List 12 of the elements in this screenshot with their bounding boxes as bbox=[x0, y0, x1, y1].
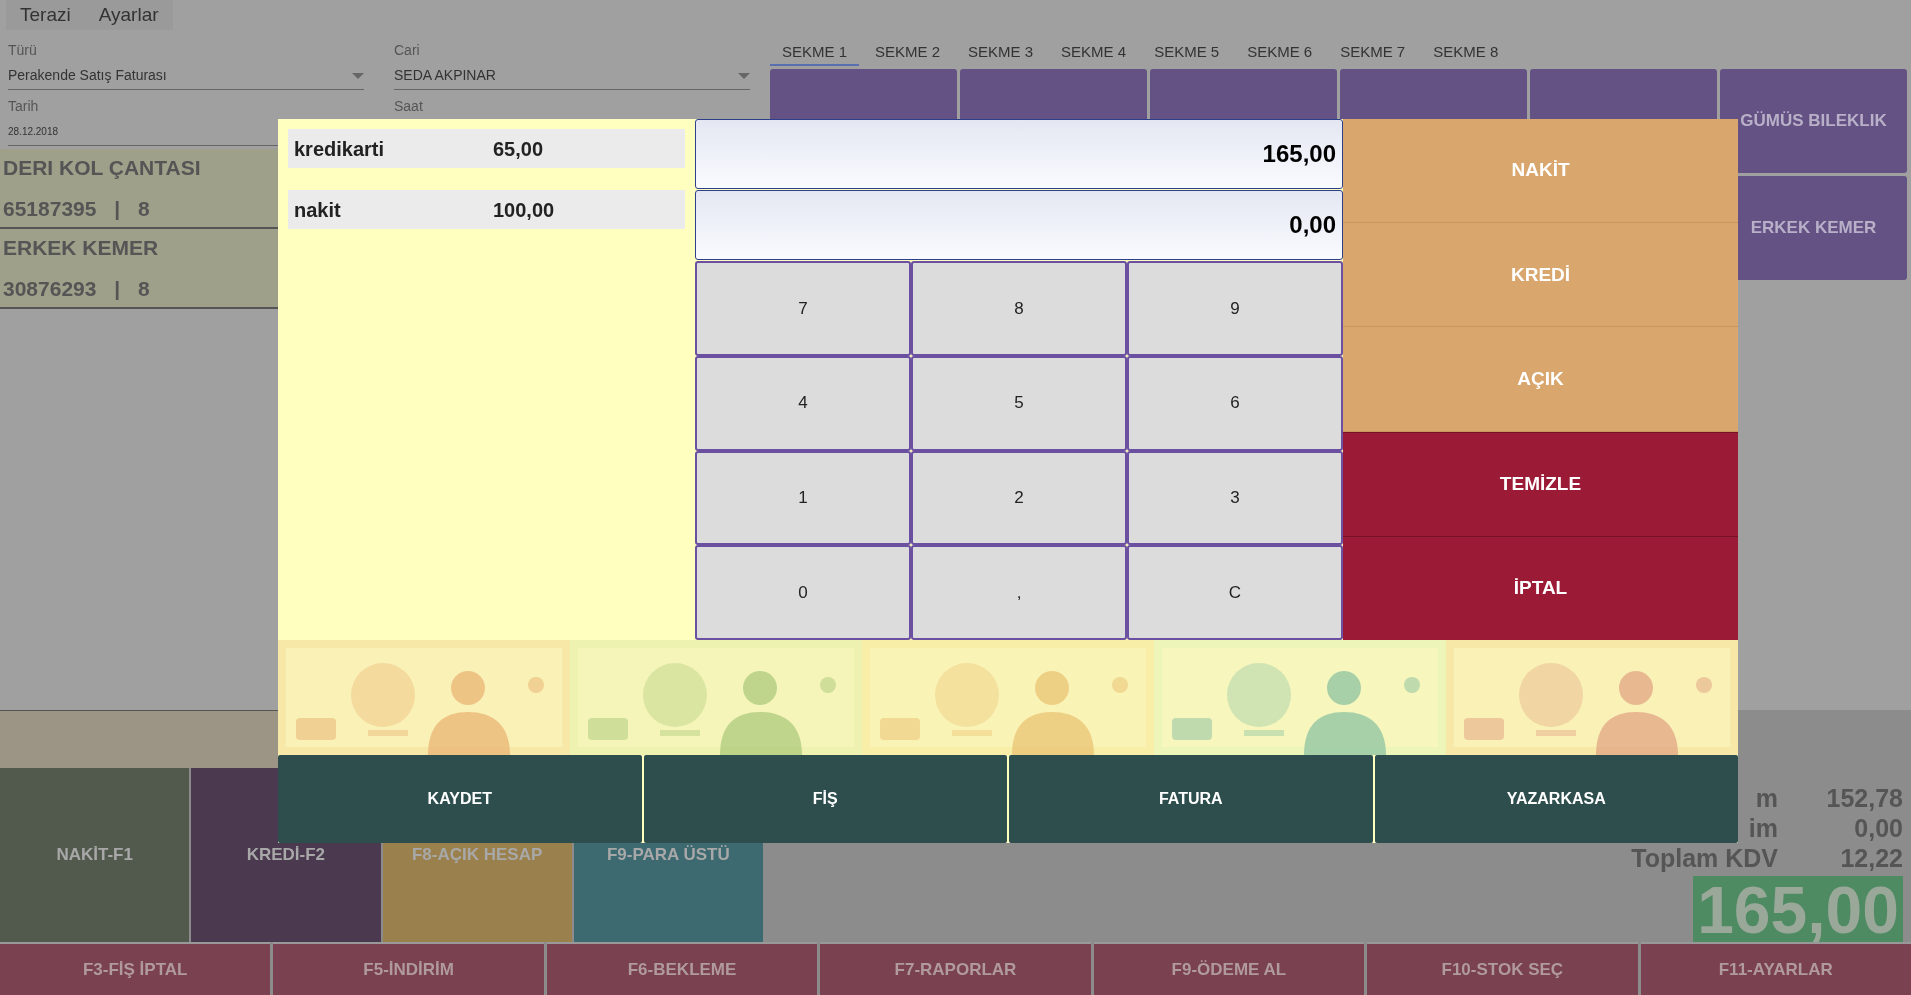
payment-amount: 100,00 bbox=[493, 197, 555, 223]
item-name: ERKEK KEMER bbox=[3, 234, 159, 261]
field-label: Cari bbox=[394, 41, 421, 60]
field-label: Saat bbox=[394, 97, 424, 116]
payment-amount: 65,00 bbox=[493, 136, 544, 162]
field-label: Tarih bbox=[8, 97, 40, 116]
item-detail: 65187395 | 8 bbox=[3, 196, 150, 222]
field-label: Türü bbox=[8, 41, 38, 60]
payment-method: nakit bbox=[294, 197, 342, 223]
item-name: DERI KOL ÇANTASI bbox=[3, 154, 201, 181]
item-detail: 30876293 | 8 bbox=[3, 276, 150, 302]
grand-total: 165,00 bbox=[1693, 876, 1903, 944]
